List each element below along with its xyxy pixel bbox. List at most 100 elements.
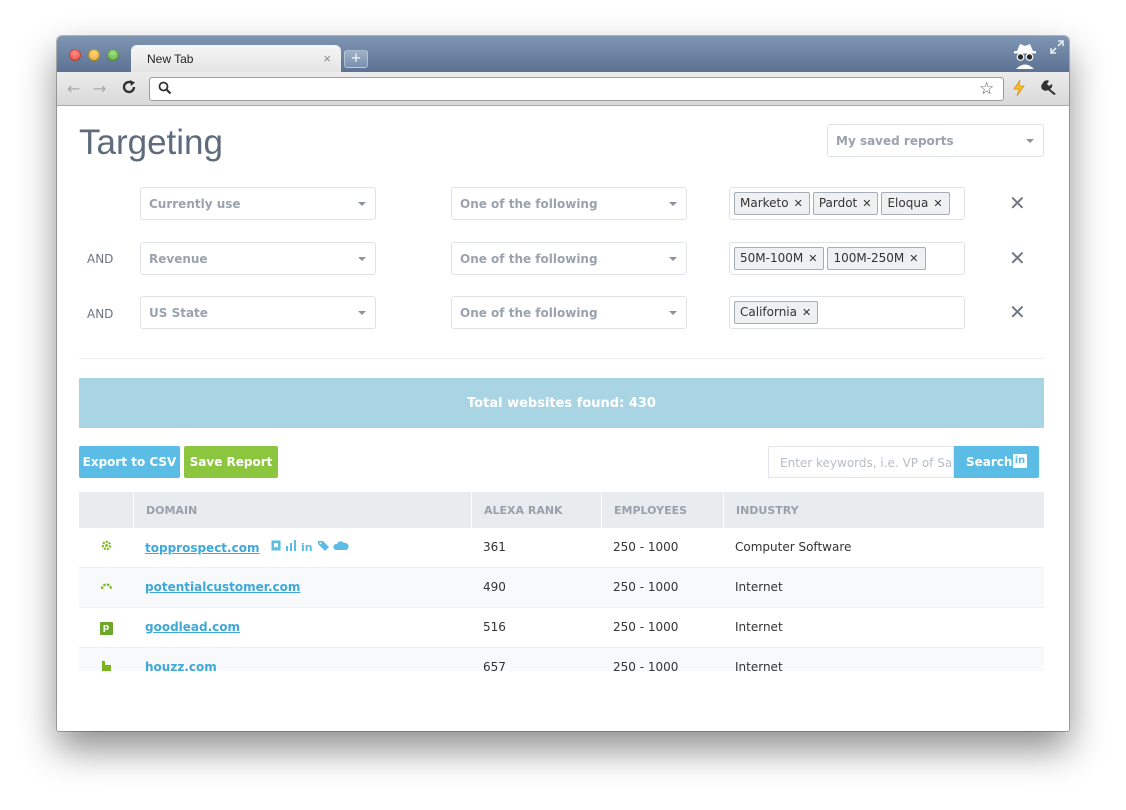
table-header: DOMAIN ALEXA RANK EMPLOYEES INDUSTRY xyxy=(79,492,1044,528)
chevron-down-icon xyxy=(1026,139,1034,143)
table-row: p goodlead.com 516 250 - 1000 Internet xyxy=(79,608,1044,648)
forward-arrow-icon[interactable]: → xyxy=(93,79,106,98)
tab-title: New Tab xyxy=(147,52,194,66)
remove-filter-icon[interactable]: ✕ xyxy=(1009,300,1026,324)
remove-filter-icon[interactable]: ✕ xyxy=(1009,246,1026,270)
filter-connector: AND xyxy=(87,307,114,321)
chevron-down-icon xyxy=(669,202,677,206)
h-icon xyxy=(101,661,111,671)
industry-cell: Internet xyxy=(735,580,783,594)
linkedin-icon[interactable]: in xyxy=(301,541,313,554)
results-table: DOMAIN ALEXA RANK EMPLOYEES INDUSTRY top… xyxy=(79,492,1044,671)
column-header-icon xyxy=(79,492,133,528)
employees-cell: 250 - 1000 xyxy=(613,620,679,634)
filter-operator-dropdown[interactable]: One of the following xyxy=(451,296,687,329)
industry-cell: Computer Software xyxy=(735,540,852,554)
bar-chart-icon[interactable] xyxy=(285,540,297,551)
chevron-down-icon xyxy=(358,202,366,206)
search-button-label: Search xyxy=(966,455,1013,469)
tag-remove-icon[interactable]: ✕ xyxy=(862,197,871,210)
arc-icon xyxy=(100,583,112,590)
reload-icon[interactable] xyxy=(121,79,137,95)
filter-tag: Pardot ✕ xyxy=(812,192,879,215)
incognito-icon xyxy=(1014,44,1036,69)
export-csv-button[interactable]: Export to CSV xyxy=(79,446,180,478)
tag-label: Marketo xyxy=(740,196,789,210)
alexa-rank-cell: 361 xyxy=(483,540,506,554)
tag-label: Eloqua xyxy=(887,196,929,210)
domain-link[interactable]: topprospect.com xyxy=(145,541,259,555)
favicon-cell xyxy=(79,528,133,568)
tag-remove-icon[interactable]: ✕ xyxy=(808,252,817,265)
chevron-down-icon xyxy=(669,311,677,315)
keyword-search-input[interactable]: Enter keywords, i.e. VP of Sales xyxy=(768,446,954,478)
favicon-cell: p xyxy=(79,608,133,648)
employees-cell: 250 - 1000 xyxy=(613,580,679,594)
tag-label: 50M-100M xyxy=(740,251,804,265)
column-header-employees[interactable]: EMPLOYEES xyxy=(601,492,723,528)
alexa-rank-cell: 490 xyxy=(483,580,506,594)
tag-remove-icon[interactable]: ✕ xyxy=(909,252,918,265)
lightning-extension-icon[interactable] xyxy=(1012,79,1026,97)
bookmark-icon[interactable] xyxy=(271,540,281,551)
filter-field-dropdown[interactable]: Currently use xyxy=(140,187,376,220)
filter-tag: California ✕ xyxy=(734,301,819,324)
browser-window: New Tab × + ← → ☆ Targeting My saved rep… xyxy=(57,36,1069,731)
domain-link[interactable]: goodlead.com xyxy=(145,620,240,634)
filter-values-input[interactable]: 50M-100M ✕ 100M-250M ✕ xyxy=(729,242,965,275)
tag-label: California xyxy=(740,305,797,319)
title-bar: New Tab × + xyxy=(57,36,1069,72)
filter-tag: Marketo ✕ xyxy=(734,192,810,215)
wrench-icon[interactable] xyxy=(1040,78,1058,96)
alexa-rank-cell: 516 xyxy=(483,620,506,634)
back-arrow-icon[interactable]: ← xyxy=(67,79,80,98)
close-window-button[interactable] xyxy=(69,49,81,61)
column-header-alexa-rank[interactable]: ALEXA RANK xyxy=(471,492,601,528)
gear-icon xyxy=(101,540,111,551)
column-header-domain[interactable]: DOMAIN xyxy=(133,492,471,528)
filter-field-dropdown[interactable]: Revenue xyxy=(140,242,376,275)
domain-link[interactable]: potentialcustomer.com xyxy=(145,580,300,594)
table-row: houzz.com 657 250 - 1000 Internet xyxy=(79,648,1044,671)
chevron-down-icon xyxy=(358,311,366,315)
remove-filter-icon[interactable]: ✕ xyxy=(1009,191,1026,215)
tab-new-tab[interactable]: New Tab × xyxy=(131,45,341,72)
tag-remove-icon[interactable]: ✕ xyxy=(794,197,803,210)
tab-close-icon[interactable]: × xyxy=(323,51,331,66)
filter-values-input[interactable]: Marketo ✕ Pardot ✕ Eloqua ✕ xyxy=(729,187,965,220)
tag-remove-icon[interactable]: ✕ xyxy=(933,197,942,210)
cloud-icon[interactable] xyxy=(333,540,349,551)
favicon-cell xyxy=(79,568,133,608)
tag-label: Pardot xyxy=(818,196,858,210)
table-row: potentialcustomer.com 490 250 - 1000 Int… xyxy=(79,568,1044,608)
column-header-industry[interactable]: INDUSTRY xyxy=(723,492,1044,528)
domain-cell: goodlead.com xyxy=(145,608,240,648)
tag-remove-icon[interactable]: ✕ xyxy=(802,306,811,319)
filter-values-input[interactable]: California ✕ xyxy=(729,296,965,329)
saved-reports-dropdown[interactable]: My saved reports xyxy=(827,124,1044,157)
domain-cell: potentialcustomer.com xyxy=(145,568,300,608)
employees-cell: 250 - 1000 xyxy=(613,660,679,671)
domain-link[interactable]: houzz.com xyxy=(145,660,217,671)
address-bar[interactable] xyxy=(149,77,1004,101)
filter-tag: 100M-250M ✕ xyxy=(827,247,926,270)
tag-icon[interactable] xyxy=(318,540,330,551)
filter-field-label: US State xyxy=(149,306,208,320)
industry-cell: Internet xyxy=(735,660,783,671)
social-icons: in xyxy=(271,540,349,554)
filter-operator-dropdown[interactable]: One of the following xyxy=(451,187,687,220)
filter-operator-label: One of the following xyxy=(460,306,598,320)
zoom-window-button[interactable] xyxy=(107,49,119,61)
filter-operator-label: One of the following xyxy=(460,252,598,266)
save-report-button[interactable]: Save Report xyxy=(184,446,278,478)
bookmark-star-icon[interactable]: ☆ xyxy=(979,79,994,99)
filter-operator-dropdown[interactable]: One of the following xyxy=(451,242,687,275)
domain-cell: houzz.com xyxy=(145,648,217,671)
filter-field-dropdown[interactable]: US State xyxy=(140,296,376,329)
search-button[interactable]: Search in xyxy=(954,446,1039,478)
minimize-window-button[interactable] xyxy=(88,49,100,61)
tag-label: 100M-250M xyxy=(833,251,905,265)
new-tab-button[interactable]: + xyxy=(344,50,368,68)
fullscreen-icon[interactable] xyxy=(1049,39,1065,55)
filter-operator-label: One of the following xyxy=(460,197,598,211)
